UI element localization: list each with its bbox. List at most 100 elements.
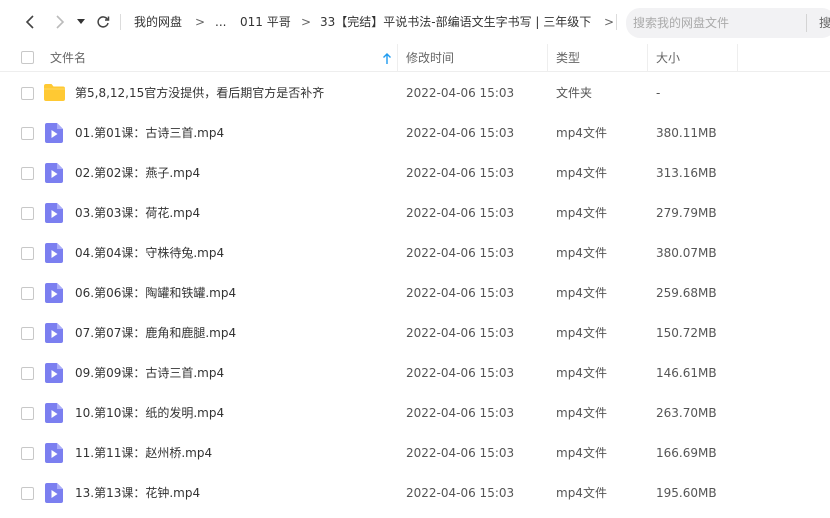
file-type: mp4文件: [556, 446, 607, 460]
column-separator[interactable]: [737, 44, 738, 72]
file-modified: 2022-04-06 15:03: [406, 406, 515, 420]
file-modified: 2022-04-06 15:03: [406, 366, 515, 380]
file-row[interactable]: 13.第13课：花钟.mp4 2022-04-06 15:03 mp4文件 19…: [0, 473, 830, 513]
video-file-icon: [45, 283, 63, 303]
row-checkbox[interactable]: [21, 327, 34, 340]
file-modified: 2022-04-06 15:03: [406, 166, 515, 180]
file-row[interactable]: 07.第07课：鹿角和鹿腿.mp4 2022-04-06 15:03 mp4文件…: [0, 313, 830, 353]
search-input[interactable]: [633, 15, 801, 31]
row-checkbox[interactable]: [21, 87, 34, 100]
file-row[interactable]: 09.第09课：古诗三首.mp4 2022-04-06 15:03 mp4文件 …: [0, 353, 830, 393]
file-modified: 2022-04-06 15:03: [406, 326, 515, 340]
breadcrumb-item-ellipsis[interactable]: ...: [215, 14, 226, 30]
file-size: 279.79MB: [656, 206, 717, 220]
file-row[interactable]: 04.第04课：守株待兔.mp4 2022-04-06 15:03 mp4文件 …: [0, 233, 830, 273]
breadcrumb-separator: >: [195, 15, 206, 29]
file-modified: 2022-04-06 15:03: [406, 446, 515, 460]
column-separator[interactable]: [647, 44, 648, 72]
video-file-icon: [45, 243, 63, 263]
file-modified: 2022-04-06 15:03: [406, 126, 515, 140]
file-size: 150.72MB: [656, 326, 717, 340]
file-type: 文件夹: [556, 86, 593, 100]
file-row[interactable]: 第5,8,12,15官方没提供，看后期官方是否补齐 2022-04-06 15:…: [0, 73, 830, 113]
file-size: 166.69MB: [656, 446, 717, 460]
file-size: 259.68MB: [656, 286, 717, 300]
column-separator[interactable]: [397, 44, 398, 72]
file-modified: 2022-04-06 15:03: [406, 486, 515, 500]
file-type: mp4文件: [556, 366, 607, 380]
row-checkbox[interactable]: [21, 287, 34, 300]
file-row[interactable]: 03.第03课：荷花.mp4 2022-04-06 15:03 mp4文件 27…: [0, 193, 830, 233]
file-type: mp4文件: [556, 206, 607, 220]
search-divider: [806, 14, 807, 32]
breadcrumb-separator: >: [301, 15, 312, 29]
file-modified: 2022-04-06 15:03: [406, 206, 515, 220]
file-size: 313.16MB: [656, 166, 717, 180]
row-checkbox[interactable]: [21, 447, 34, 460]
file-name: 06.第06课：陶罐和铁罐.mp4: [75, 286, 237, 300]
file-size: 263.70MB: [656, 406, 717, 420]
video-file-icon: [45, 323, 63, 343]
file-name: 11.第11课：赵州桥.mp4: [75, 446, 213, 460]
breadcrumb-item-current[interactable]: 33【完结】平说书法-部编语文生字书写 | 三年级下: [320, 14, 591, 30]
sort-ascending-icon[interactable]: [382, 53, 392, 65]
column-header-modified[interactable]: 修改时间: [406, 44, 454, 72]
video-file-icon: [45, 483, 63, 503]
refresh-icon[interactable]: [93, 12, 113, 32]
file-name: 07.第07课：鹿角和鹿腿.mp4: [75, 326, 237, 340]
column-header-name[interactable]: 文件名: [50, 44, 86, 72]
chevron-right-icon[interactable]: [50, 12, 70, 32]
file-modified: 2022-04-06 15:03: [406, 246, 515, 260]
file-size: 380.07MB: [656, 246, 717, 260]
search-box: 搜: [626, 8, 830, 38]
file-name: 13.第13课：花钟.mp4: [75, 486, 201, 500]
file-type: mp4文件: [556, 126, 607, 140]
caret-down-icon[interactable]: [73, 12, 89, 32]
breadcrumb: 我的网盘 > ... 011 平哥 > 33【完结】平说书法-部编语文生字书写 …: [120, 0, 620, 44]
file-row[interactable]: 06.第06课：陶罐和铁罐.mp4 2022-04-06 15:03 mp4文件…: [0, 273, 830, 313]
column-separator[interactable]: [547, 44, 548, 72]
row-checkbox[interactable]: [21, 407, 34, 420]
file-name: 09.第09课：古诗三首.mp4: [75, 366, 225, 380]
file-type: mp4文件: [556, 326, 607, 340]
breadcrumb-item-parent[interactable]: 011 平哥: [240, 14, 291, 30]
video-file-icon: [45, 163, 63, 183]
column-header-type[interactable]: 类型: [556, 44, 580, 72]
file-size: -: [656, 86, 661, 100]
file-row[interactable]: 11.第11课：赵州桥.mp4 2022-04-06 15:03 mp4文件 1…: [0, 433, 830, 473]
file-row[interactable]: 10.第10课：纸的发明.mp4 2022-04-06 15:03 mp4文件 …: [0, 393, 830, 433]
row-checkbox[interactable]: [21, 127, 34, 140]
file-row[interactable]: 01.第01课：古诗三首.mp4 2022-04-06 15:03 mp4文件 …: [0, 113, 830, 153]
video-file-icon: [45, 203, 63, 223]
column-header-size[interactable]: 大小: [656, 44, 680, 72]
video-file-icon: [45, 403, 63, 423]
file-modified: 2022-04-06 15:03: [406, 286, 515, 300]
folder-icon: [44, 84, 65, 101]
row-checkbox[interactable]: [21, 487, 34, 500]
file-type: mp4文件: [556, 166, 607, 180]
breadcrumb-item-root[interactable]: 我的网盘: [134, 14, 182, 30]
chevron-left-icon[interactable]: [20, 12, 40, 32]
video-file-icon: [45, 123, 63, 143]
file-row[interactable]: 02.第02课：燕子.mp4 2022-04-06 15:03 mp4文件 31…: [0, 153, 830, 193]
file-size: 195.60MB: [656, 486, 717, 500]
row-checkbox[interactable]: [21, 247, 34, 260]
video-file-icon: [45, 443, 63, 463]
breadcrumb-separator: >: [604, 15, 615, 29]
file-type: mp4文件: [556, 246, 607, 260]
column-header: 文件名 修改时间 类型 大小: [0, 44, 830, 72]
row-checkbox[interactable]: [21, 207, 34, 220]
file-type: mp4文件: [556, 406, 607, 420]
row-checkbox[interactable]: [21, 367, 34, 380]
row-checkbox[interactable]: [21, 167, 34, 180]
file-name: 02.第02课：燕子.mp4: [75, 166, 201, 180]
file-name: 第5,8,12,15官方没提供，看后期官方是否补齐: [75, 86, 325, 100]
video-file-icon: [45, 363, 63, 383]
file-modified: 2022-04-06 15:03: [406, 86, 515, 100]
select-all-checkbox[interactable]: [21, 51, 34, 64]
toolbar-divider: [616, 14, 617, 30]
file-name: 01.第01课：古诗三首.mp4: [75, 126, 225, 140]
file-name: 04.第04课：守株待兔.mp4: [75, 246, 225, 260]
toolbar: 我的网盘 > ... 011 平哥 > 33【完结】平说书法-部编语文生字书写 …: [0, 0, 830, 44]
search-button[interactable]: 搜: [819, 15, 830, 31]
